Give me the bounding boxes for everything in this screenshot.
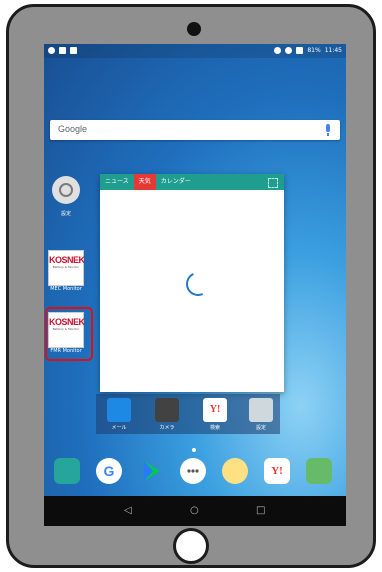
app-label: 検索 [209,425,220,431]
home-screen: 81% 11:45 Google 設定 KOSNEK Battery & Mon… [44,44,346,526]
gear-icon [249,398,273,422]
app-label: カメラ [159,425,175,431]
status-bar: 81% 11:45 [44,44,346,58]
app-label: 設定 [60,211,71,217]
notification-icon [70,47,77,54]
google-search-bar[interactable]: Google [50,120,340,140]
loading-spinner-icon [182,268,214,300]
elephant-app-icon[interactable] [222,458,248,484]
physical-home-button[interactable] [173,528,209,564]
app-drawer-icon[interactable] [180,458,206,484]
clock: 11:45 [324,47,342,54]
wifi-icon [285,47,293,54]
dock: G Y! [44,454,346,490]
bluetooth-icon [274,47,282,54]
google-logo: Google [58,124,88,134]
game-app-icon[interactable] [306,458,332,484]
battery-percent: 81% [307,47,321,54]
tab-weather[interactable]: 天気 [133,174,156,190]
app-label: 設定 [255,425,266,431]
app-tray: メール カメラ Y! 検索 設定 [96,394,280,434]
camera-app[interactable]: カメラ [152,398,182,431]
app-label: メール [111,425,127,431]
page-indicator [192,448,196,452]
tab-news[interactable]: ニュース [100,174,134,190]
news-widget[interactable]: ニュース 天気 カレンダー [100,174,284,392]
settings-app[interactable]: 設定 [246,398,276,431]
expand-icon[interactable] [268,178,278,188]
recents-button[interactable]: □ [256,505,265,516]
mec-monitor-app[interactable]: KOSNEK Battery & Monitor MEC Monitor [44,250,88,292]
app-label: MEC Monitor [50,286,82,292]
kosnek-logo-icon: KOSNEK Battery & Monitor [48,250,85,286]
widget-tabs: ニュース 天気 カレンダー [100,174,284,190]
front-camera [187,22,201,36]
highlight-frame [45,307,93,361]
microphone-icon[interactable] [326,124,330,136]
yahoo-icon: Y! [203,398,227,422]
play-store-icon[interactable] [138,458,164,484]
news-app-icon[interactable] [54,458,80,484]
mail-icon [107,398,131,422]
camera-icon [155,398,179,422]
tab-calendar[interactable]: カレンダー [156,174,196,190]
navigation-bar: ◁ ○ □ [44,496,346,526]
gear-icon [52,176,80,204]
search-app[interactable]: Y! 検索 [200,398,230,431]
battery-icon [296,47,304,54]
google-icon[interactable]: G [96,458,122,484]
home-nav-button[interactable]: ○ [190,505,199,516]
notification-icon [48,47,55,54]
back-button[interactable]: ◁ [124,505,132,516]
mail-app[interactable]: メール [104,398,134,431]
settings-app[interactable]: 設定 [44,176,88,217]
yahoo-icon[interactable]: Y! [264,458,290,484]
notification-icon [59,47,66,54]
